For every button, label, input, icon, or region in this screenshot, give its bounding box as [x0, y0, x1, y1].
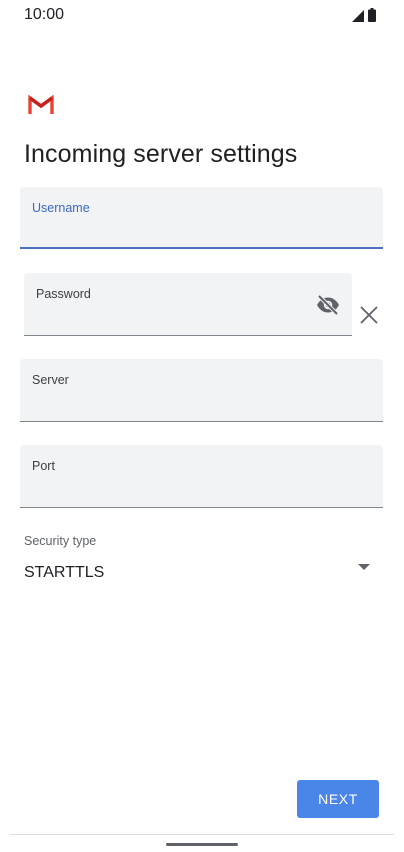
server-label: Server — [32, 373, 69, 387]
page-title: Incoming server settings — [24, 140, 298, 168]
gesture-navigation-bar[interactable] — [166, 843, 238, 846]
port-label: Port — [32, 459, 55, 473]
security-type-dropdown[interactable]: STARTTLS — [20, 556, 384, 590]
security-type-label: Security type — [24, 534, 97, 548]
status-bar: 10:00 — [0, 0, 404, 36]
server-input[interactable] — [32, 392, 371, 414]
port-field[interactable]: Port — [20, 445, 383, 508]
port-underline — [20, 507, 383, 508]
battery-icon — [368, 8, 376, 22]
gmail-logo — [28, 95, 54, 114]
password-field[interactable]: Password — [24, 273, 352, 336]
status-time: 10:00 — [24, 6, 65, 23]
server-underline — [20, 421, 383, 422]
bottom-divider — [10, 834, 394, 835]
port-input[interactable] — [32, 478, 371, 500]
username-field[interactable]: Username — [20, 187, 383, 249]
password-input[interactable] — [36, 306, 304, 328]
username-label: Username — [32, 201, 90, 215]
dropdown-arrow-icon — [358, 564, 370, 570]
password-label: Password — [36, 287, 91, 301]
signal-icon — [352, 10, 364, 22]
security-type-value: STARTTLS — [24, 564, 105, 581]
next-button[interactable]: NEXT — [297, 780, 379, 818]
server-field[interactable]: Server — [20, 359, 383, 422]
password-underline — [24, 335, 352, 336]
eye-off-icon[interactable] — [316, 295, 340, 315]
close-icon[interactable] — [360, 306, 378, 324]
username-underline — [20, 247, 383, 249]
username-input[interactable] — [32, 219, 371, 241]
